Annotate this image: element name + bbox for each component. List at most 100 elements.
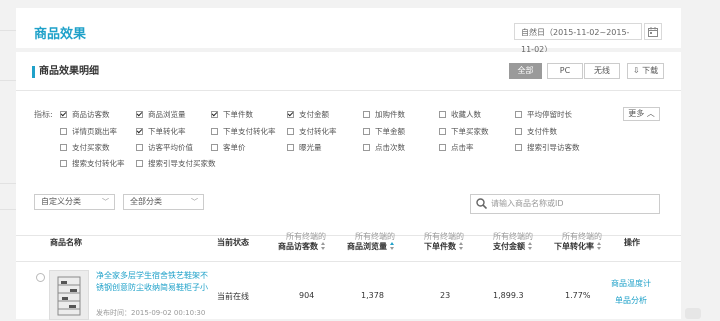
download-button[interactable]: ⇩ 下载	[627, 63, 664, 79]
metric-checkbox[interactable]: 曝光量	[287, 142, 322, 153]
checkbox-unchecked-icon[interactable]	[136, 160, 143, 167]
checkbox-checked-icon[interactable]	[211, 111, 218, 118]
checkbox-checked-icon[interactable]	[60, 111, 67, 118]
tab-wireless[interactable]: 无线	[584, 63, 620, 79]
section-title-bar: 商品效果明细	[32, 66, 99, 78]
metric-checkbox[interactable]: 客单价	[211, 142, 246, 153]
checkbox-unchecked-icon[interactable]	[363, 144, 370, 151]
table-header-bottom	[16, 261, 681, 262]
checkbox-unchecked-icon[interactable]	[515, 111, 522, 118]
order-qty-cell: 23	[440, 291, 451, 300]
header-card: 商品效果 自然日（2015-11-02~2015-11-02）	[16, 8, 681, 54]
metric-checkbox[interactable]: 商品访客数	[60, 109, 110, 120]
visitors-cell: 904	[299, 291, 315, 300]
metric-label: 搜索引导访客数	[527, 143, 580, 152]
sort-icon[interactable]	[459, 242, 464, 251]
checkbox-unchecked-icon[interactable]	[211, 128, 218, 135]
scroll-hint	[685, 308, 701, 319]
checkbox-unchecked-icon[interactable]	[60, 144, 67, 151]
metric-checkbox[interactable]: 点击次数	[363, 142, 405, 153]
checkbox-unchecked-icon[interactable]	[136, 144, 143, 151]
product-search-input[interactable]: 请输入商品名称或ID	[470, 194, 660, 214]
metric-checkbox[interactable]: 访客平均价值	[136, 142, 193, 153]
tab-pc[interactable]: PC	[547, 63, 583, 79]
checkbox-checked-icon[interactable]	[136, 111, 143, 118]
col-order-qty-label: 下单件数	[424, 242, 456, 251]
col-order-rate[interactable]: 所有终端的 下单转化率	[543, 232, 602, 252]
status-cell: 当前在线	[217, 292, 249, 301]
checkbox-unchecked-icon[interactable]	[60, 160, 67, 167]
metric-checkbox[interactable]: 下单买家数	[439, 126, 489, 137]
sort-icon[interactable]	[528, 242, 533, 251]
col-visitors-prefix: 所有终端的	[286, 232, 326, 241]
col-order-qty[interactable]: 所有终端的 下单件数	[409, 232, 464, 252]
metric-checkbox[interactable]: 收藏人数	[439, 109, 481, 120]
metric-checkbox[interactable]: 下单金额	[363, 126, 405, 137]
checkbox-unchecked-icon[interactable]	[211, 144, 218, 151]
more-label: 更多	[628, 109, 645, 118]
chevron-up-icon: ︿	[646, 109, 655, 118]
metric-label: 支付买家数	[72, 143, 110, 152]
col-visitors-label: 商品访客数	[278, 242, 318, 251]
custom-category-dropdown[interactable]: 自定义分类 ﹀	[34, 194, 115, 210]
pay-amount-cell: 1,899.3	[493, 291, 524, 300]
metric-label: 详情页跳出率	[72, 127, 117, 136]
metric-label: 平均停留时长	[527, 110, 572, 119]
checkbox-unchecked-icon[interactable]	[287, 144, 294, 151]
metric-checkbox[interactable]: 支付金额	[287, 109, 329, 120]
metric-checkbox[interactable]: 下单转化率	[136, 126, 186, 137]
checkbox-unchecked-icon[interactable]	[363, 111, 370, 118]
checkbox-checked-icon[interactable]	[287, 111, 294, 118]
metric-checkbox[interactable]: 支付买家数	[60, 142, 110, 153]
col-pv[interactable]: 所有终端的 商品浏览量	[340, 232, 395, 252]
metric-label: 搜索引导支付买家数	[148, 159, 216, 168]
sort-icon[interactable]	[321, 242, 326, 251]
row-select-radio[interactable]	[36, 273, 45, 282]
checkbox-unchecked-icon[interactable]	[363, 128, 370, 135]
right-panel-edge	[683, 0, 720, 319]
date-range-picker[interactable]: 自然日（2015-11-02~2015-11-02）	[514, 23, 642, 54]
product-thumbnail[interactable]	[49, 270, 89, 320]
checkbox-unchecked-icon[interactable]	[439, 144, 446, 151]
section-title: 商品效果明细	[39, 66, 99, 77]
pv-cell: 1,378	[361, 291, 384, 300]
more-button[interactable]: 更多 ︿	[623, 107, 660, 121]
metric-label: 商品访客数	[72, 110, 110, 119]
metric-checkbox[interactable]: 加购件数	[363, 109, 405, 120]
product-name-link[interactable]: 净全家多层学生宿舍铁艺鞋架不锈钢创意防尘收纳简易鞋柜子小	[96, 270, 214, 294]
metric-checkbox[interactable]: 搜索引导访客数	[515, 142, 580, 153]
metric-label: 支付转化率	[299, 127, 337, 136]
metric-checkbox[interactable]: 搜索引导支付买家数	[136, 158, 216, 169]
sort-icon[interactable]	[390, 242, 395, 251]
checkbox-unchecked-icon[interactable]	[439, 111, 446, 118]
temperature-link[interactable]: 商品温度计	[611, 278, 651, 289]
sort-icon[interactable]	[597, 242, 602, 251]
metric-checkbox[interactable]: 下单支付转化率	[211, 126, 276, 137]
checkbox-unchecked-icon[interactable]	[439, 128, 446, 135]
single-analysis-link[interactable]: 单品分析	[615, 295, 647, 306]
checkbox-unchecked-icon[interactable]	[515, 128, 522, 135]
metric-label: 下单件数	[223, 110, 253, 119]
metric-checkbox[interactable]: 下单件数	[211, 109, 253, 120]
metric-checkbox[interactable]: 商品浏览量	[136, 109, 186, 120]
tab-all[interactable]: 全部	[509, 63, 542, 79]
checkbox-checked-icon[interactable]	[136, 128, 143, 135]
col-visitors[interactable]: 所有终端的 商品访客数	[271, 232, 326, 252]
checkbox-unchecked-icon[interactable]	[60, 128, 67, 135]
download-icon: ⇩	[632, 66, 640, 75]
checkbox-unchecked-icon[interactable]	[287, 128, 294, 135]
all-category-dropdown[interactable]: 全部分类 ﹀	[123, 194, 204, 210]
metric-checkbox[interactable]: 详情页跳出率	[60, 126, 117, 137]
page-title: 商品效果	[34, 27, 87, 42]
metric-label: 曝光量	[299, 143, 322, 152]
metric-checkbox[interactable]: 搜索支付转化率	[60, 158, 125, 169]
checkbox-unchecked-icon[interactable]	[515, 144, 522, 151]
metric-checkbox[interactable]: 点击率	[439, 142, 474, 153]
metric-checkbox[interactable]: 平均停留时长	[515, 109, 572, 120]
metric-checkbox[interactable]: 支付件数	[515, 126, 557, 137]
divider	[16, 90, 681, 91]
col-pay-amount[interactable]: 所有终端的 支付金额	[478, 232, 533, 252]
calendar-icon[interactable]	[644, 23, 662, 40]
metric-checkbox[interactable]: 支付转化率	[287, 126, 337, 137]
search-icon	[476, 198, 488, 216]
